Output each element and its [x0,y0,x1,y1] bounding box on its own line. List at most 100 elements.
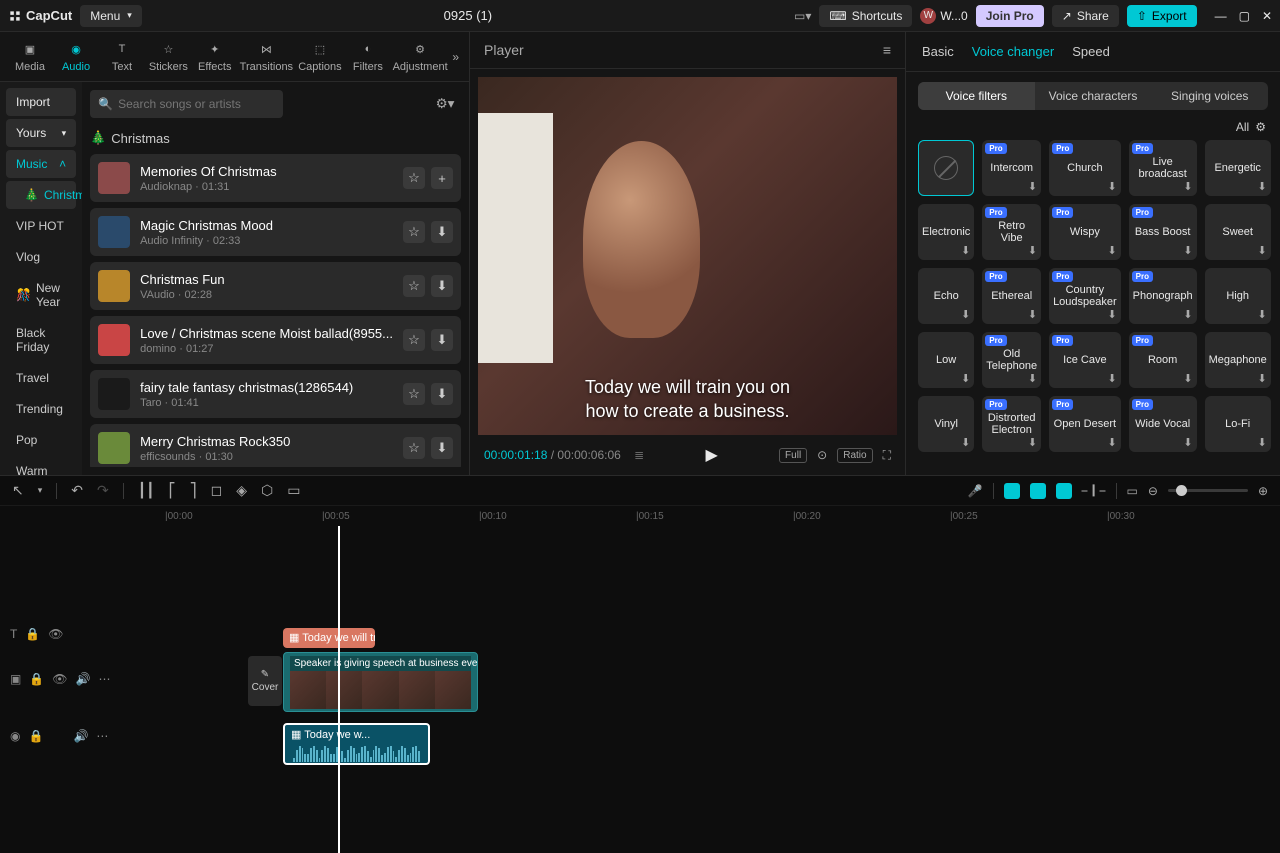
voice-ethereal[interactable]: ProEthereal⬇ [982,268,1041,324]
zoom-in-icon[interactable]: ⊕ [1258,484,1268,498]
download-icon[interactable]: ⬇ [431,275,453,297]
cat-trending[interactable]: Trending [6,395,76,423]
marker-icon[interactable]: ◈ [236,482,247,499]
cat-viphot[interactable]: VIP HOT [6,212,76,240]
all-filter[interactable]: All [1236,120,1249,134]
favorite-icon[interactable]: ☆ [403,221,425,243]
eye-icon[interactable]: 👁 [52,672,67,686]
voice-electronic[interactable]: Electronic⬇ [918,204,974,260]
eye-icon[interactable]: 👁 [48,627,63,641]
voice-country-loudspeaker[interactable]: ProCountry Loudspeaker⬇ [1049,268,1121,324]
select-tool-icon[interactable]: ↖ [12,482,24,499]
voice-distrorted-electron[interactable]: ProDistrorted Electron⬇ [982,396,1041,452]
split-icon[interactable]: ┃┃ [138,482,155,499]
zoom-slider[interactable] [1168,489,1248,492]
voice-intercom[interactable]: ProIntercom⬇ [982,140,1041,196]
export-button[interactable]: ⇧ Export [1127,5,1197,27]
tabs-more-icon[interactable]: » [452,50,459,64]
shield-icon[interactable]: ⬡ [261,482,273,499]
lock-icon[interactable]: 🔒 [29,672,44,686]
import-button[interactable]: Import [6,88,76,116]
layout-icon[interactable]: ▭▾ [794,9,811,23]
undo-icon[interactable]: ↶ [71,482,83,499]
sort-icon[interactable]: ⚙ [1255,120,1266,134]
tab-media[interactable]: ▣Media [10,38,50,75]
favorite-icon[interactable]: ☆ [403,275,425,297]
align-icon[interactable]: ⎯┃⎯ [1082,483,1106,498]
download-icon[interactable]: ⬇ [431,329,453,351]
voice-wide-vocal[interactable]: ProWide Vocal⬇ [1129,396,1197,452]
minimize-icon[interactable]: — [1215,9,1227,23]
cat-christmas[interactable]: 🎄 Christmas [6,181,76,209]
full-button[interactable]: Full [779,448,807,463]
mute-icon[interactable]: 🔊 [76,672,91,686]
voice-wispy[interactable]: ProWispy⬇ [1049,204,1121,260]
voice-energetic[interactable]: Energetic⬇ [1205,140,1271,196]
share-button[interactable]: ↗ Share [1052,5,1119,27]
more-icon[interactable]: ⋯ [98,672,110,686]
video-clip[interactable]: Speaker is giving speech at business eve [283,652,478,712]
song-item[interactable]: Christmas FunVAudio · 02:28 ☆⬇ [90,262,461,310]
download-icon[interactable]: ⬇ [431,437,453,459]
caption-clip[interactable]: ▦ Today we will tr [283,628,375,648]
mic-icon[interactable]: 🎤 [968,484,983,498]
timeline-ruler[interactable]: | 00:00 | 00:05 | 00:10 | 00:15 | 00:20 … [0,506,1280,526]
music-dropdown[interactable]: Music˄ [6,150,76,178]
video-preview[interactable]: Today we will train you on how to create… [478,77,897,435]
voice-open-desert[interactable]: ProOpen Desert⬇ [1049,396,1121,452]
loop-icon[interactable]: ⊙ [817,448,827,462]
voice-lo-fi[interactable]: Lo-Fi⬇ [1205,396,1271,452]
subtab-characters[interactable]: Voice characters [1035,82,1152,110]
song-item[interactable]: Merry Christmas Rock350efficsounds · 01:… [90,424,461,467]
play-button[interactable]: ▶ [705,445,717,465]
filter-button[interactable]: ⚙▾ [429,90,461,118]
tab-audio[interactable]: ◉Audio [56,38,96,75]
tab-filters[interactable]: ◐Filters [348,38,388,75]
zoom-out-icon[interactable]: ⊖ [1148,484,1158,498]
tab-adjustment[interactable]: ⚙Adjustment [394,38,446,75]
tab-stickers[interactable]: ☆Stickers [148,38,189,75]
song-item[interactable]: Love / Christmas scene Moist ballad(8955… [90,316,461,364]
lock-icon[interactable]: 🔒 [25,627,40,641]
voice-sweet[interactable]: Sweet⬇ [1205,204,1271,260]
maximize-icon[interactable]: ▢ [1239,9,1250,23]
rtab-voicechanger[interactable]: Voice changer [972,44,1054,59]
song-item[interactable]: fairy tale fantasy christmas(1286544)Tar… [90,370,461,418]
cat-pop[interactable]: Pop [6,426,76,454]
lock-icon[interactable]: 🔒 [28,729,43,743]
ratio-button[interactable]: Ratio [837,448,872,463]
favorite-icon[interactable]: ☆ [403,167,425,189]
menu-button[interactable]: Menu [80,5,142,27]
voice-megaphone[interactable]: Megaphone⬇ [1205,332,1271,388]
voice-live-broadcast[interactable]: ProLive broadcast⬇ [1129,140,1197,196]
voice-retro-vibe[interactable]: ProRetro Vibe⬇ [982,204,1041,260]
cat-newyear[interactable]: 🎊 New Year [6,274,76,316]
cover-button[interactable]: ✎Cover [248,656,282,706]
tab-transitions[interactable]: ⋈Transitions [241,38,292,75]
voice-room[interactable]: ProRoom⬇ [1129,332,1197,388]
audio-clip[interactable]: ▦ Today we w... [283,723,430,765]
favorite-icon[interactable]: ☆ [403,329,425,351]
voice-vinyl[interactable]: Vinyl⬇ [918,396,974,452]
cat-blackfriday[interactable]: Black Friday [6,319,76,361]
close-icon[interactable]: ✕ [1262,9,1272,23]
redo-icon[interactable]: ↷ [97,482,109,499]
caption-tool-icon[interactable]: ▭ [287,482,300,499]
mute-icon[interactable]: 🔊 [73,729,88,743]
song-item[interactable]: Memories Of ChristmasAudioknap · 01:31 ☆… [90,154,461,202]
magnet-3-icon[interactable] [1056,483,1072,499]
rtab-basic[interactable]: Basic [922,44,954,59]
player-menu-icon[interactable]: ≡ [883,42,891,58]
favorite-icon[interactable]: ☆ [403,437,425,459]
magnet-2-icon[interactable] [1030,483,1046,499]
subtab-filters[interactable]: Voice filters [918,82,1035,110]
magnet-1-icon[interactable] [1004,483,1020,499]
tab-text[interactable]: TText [102,38,142,75]
voice-church[interactable]: ProChurch⬇ [1049,140,1121,196]
voice-phonograph[interactable]: ProPhonograph⬇ [1129,268,1197,324]
timeline-tracks[interactable]: ✎Cover ▦ Today we will tr Speaker is giv… [120,526,1280,853]
cat-warm[interactable]: Warm [6,457,76,475]
download-icon[interactable]: ⬇ [431,383,453,405]
tool-chevron-icon[interactable]: ▾ [38,485,43,496]
tab-captions[interactable]: ⬚Captions [298,38,342,75]
